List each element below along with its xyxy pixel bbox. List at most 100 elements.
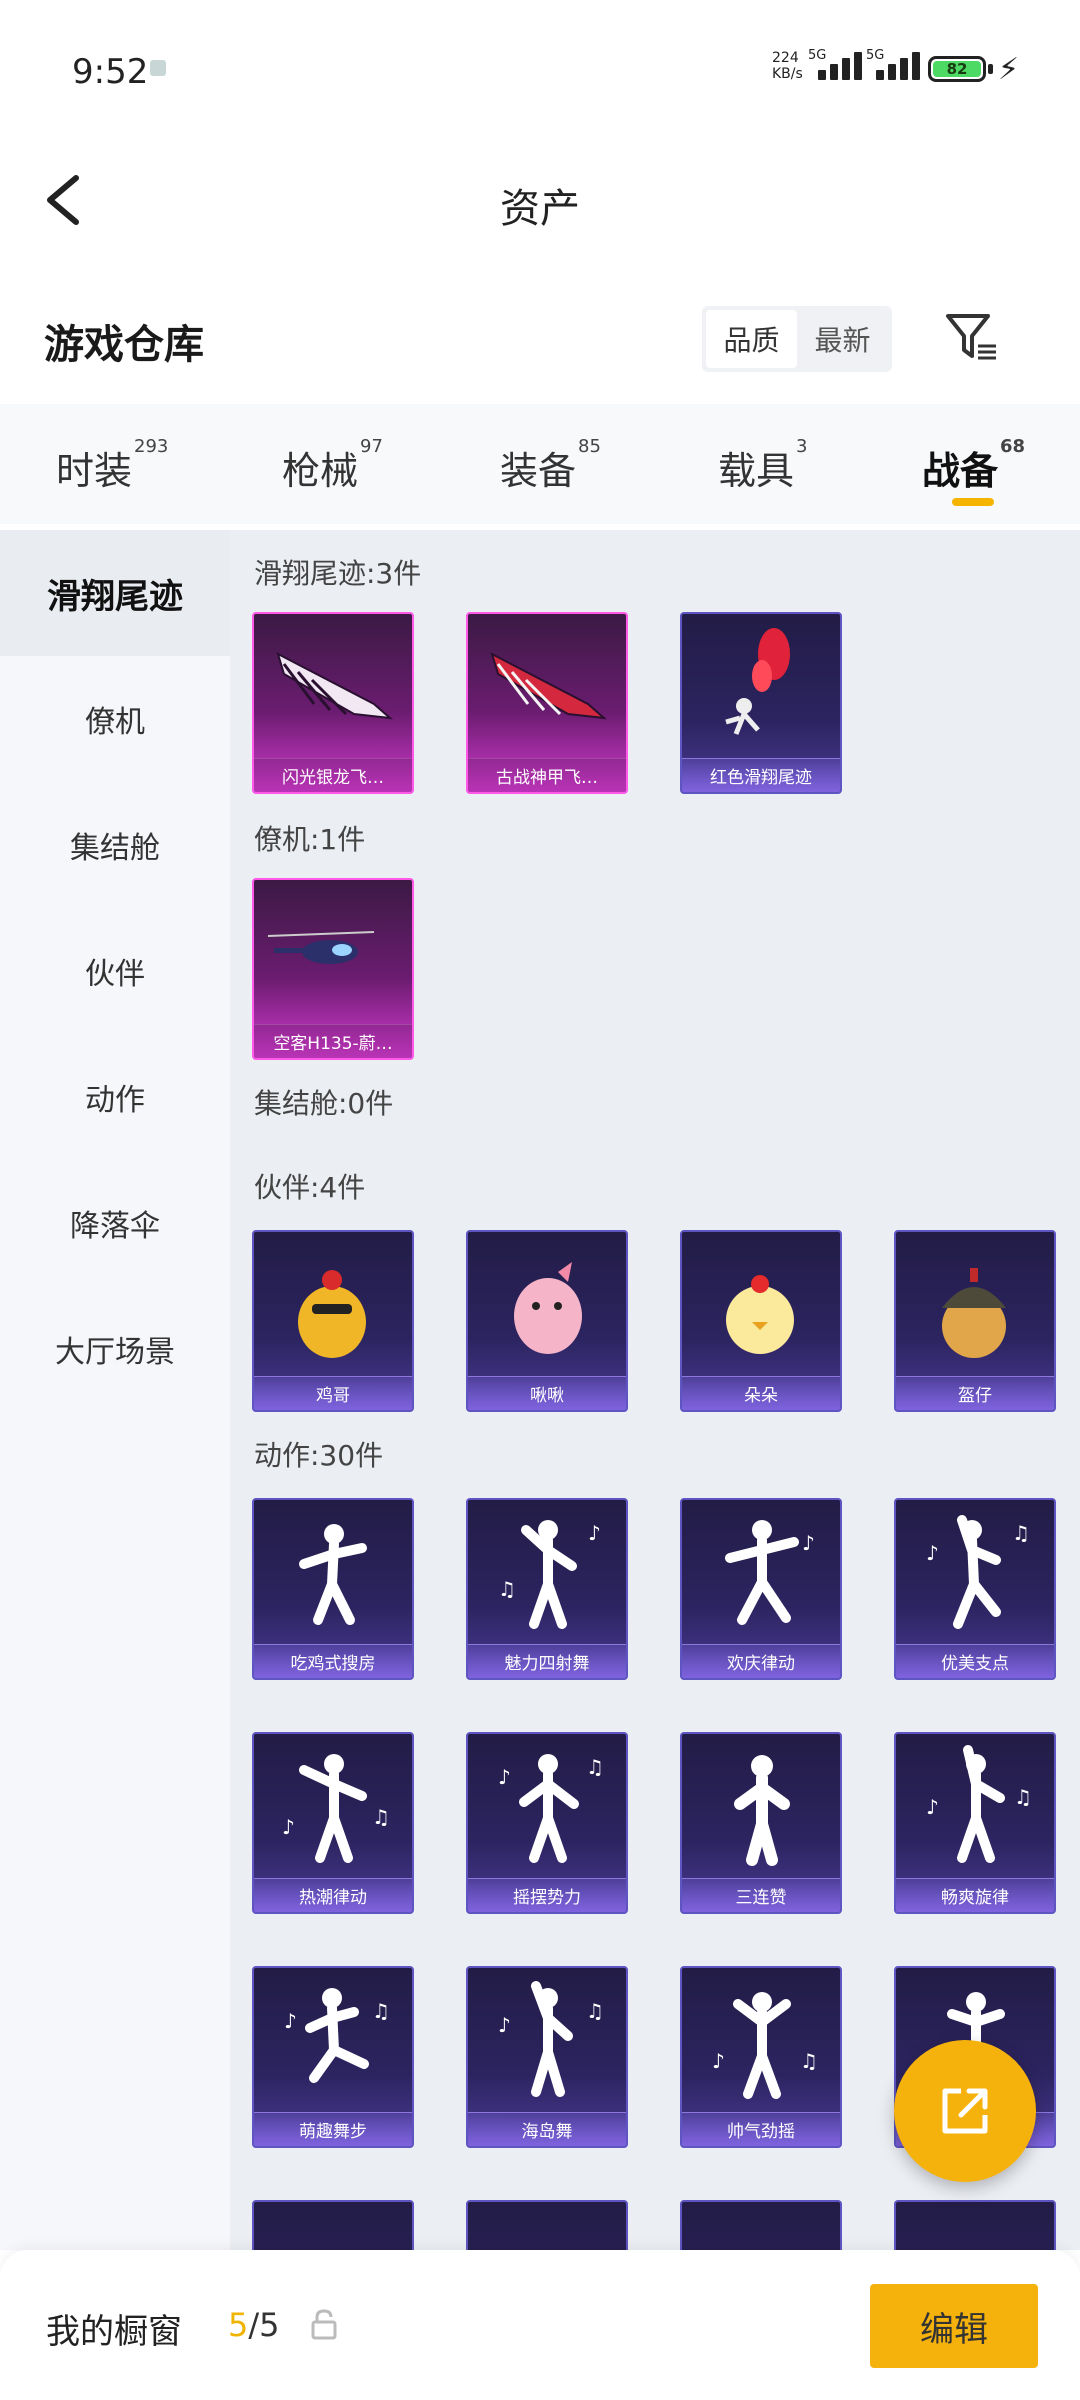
battery-tip	[988, 64, 993, 74]
item-card[interactable]: 古战神甲飞…	[466, 612, 628, 794]
dance-pose-icon: ♪♫	[284, 1988, 390, 2083]
item-card[interactable]: 闪光银龙飞…	[252, 612, 414, 794]
item-label: 空客H135-蔚…	[254, 1024, 412, 1058]
lock-icon	[311, 2309, 337, 2340]
svg-text:♪: ♪	[498, 2013, 511, 2037]
net-speed-value: 224	[772, 50, 799, 66]
svg-text:♪: ♪	[498, 1765, 511, 1789]
tab-count: 97	[360, 436, 383, 457]
group-title-wingman: 僚机:1件	[254, 823, 366, 856]
item-card[interactable]: 鸡哥	[252, 1230, 414, 1412]
wing-trail-icon	[276, 652, 394, 720]
item-card[interactable]: 啾啾	[466, 1230, 628, 1412]
item-card[interactable]: ♪ ♫ 畅爽旋律	[894, 1732, 1056, 1914]
tab-label: 载具	[718, 449, 795, 493]
dance-pose-icon: ♪♫	[926, 1515, 1030, 1629]
sort-newest-button[interactable]: 最新	[797, 310, 888, 368]
item-label: 盔仔	[896, 1376, 1054, 1410]
signal-icon-2	[876, 52, 920, 80]
item-card[interactable]: ♪ ♫ 萌趣舞步	[252, 1966, 414, 2148]
sort-quality-button[interactable]: 品质	[706, 310, 797, 368]
svg-text:♫: ♫	[1012, 1521, 1030, 1545]
item-card[interactable]: ♪ ♫ 魅力四射舞	[466, 1498, 628, 1680]
item-label: 热潮律动	[254, 1878, 412, 1912]
sidebar-item-emote[interactable]: 动作	[0, 1034, 230, 1160]
sidebar-item-capsule[interactable]: 集结舱	[0, 782, 230, 908]
item-card[interactable]: ♪ ♫ 摇摆势力	[466, 1732, 628, 1914]
item-label: 三连赞	[682, 1878, 840, 1912]
section-header: 游戏仓库 品质 最新	[0, 280, 1080, 400]
item-card[interactable]: 盔仔	[894, 1230, 1056, 1412]
external-link-icon	[942, 2088, 988, 2134]
dance-pose-icon	[734, 1755, 790, 1866]
tab-count: 293	[134, 436, 169, 457]
item-label: 畅爽旋律	[896, 1878, 1054, 1912]
tab-vehicles[interactable]: 载具3	[718, 436, 807, 495]
app-header: 资产	[0, 140, 1080, 260]
item-label: 优美支点	[896, 1644, 1054, 1678]
tab-count: 3	[796, 436, 808, 457]
filter-button[interactable]	[942, 308, 1002, 368]
sidebar-item-trail[interactable]: 滑翔尾迹	[0, 530, 230, 656]
smoke-trail-icon	[725, 628, 790, 735]
dance-pose-icon: ♪♫	[282, 1754, 390, 1863]
tab-battle-gear[interactable]: 战备68	[922, 436, 1025, 495]
tab-equipment[interactable]: 装备85	[500, 436, 601, 495]
dance-pose-icon	[299, 1524, 367, 1625]
group-title-capsule: 集结舱:0件	[254, 1087, 394, 1120]
svg-text:♪: ♪	[282, 1815, 295, 1839]
item-label: 魅力四射舞	[468, 1644, 626, 1678]
item-card[interactable]	[680, 2200, 842, 2250]
sidebar-item-lobby-scene[interactable]: 大厅场景	[0, 1286, 230, 1412]
item-card[interactable]	[252, 2200, 414, 2250]
item-card[interactable]: ♪ ♫ 优美支点	[894, 1498, 1056, 1680]
showcase-label: 我的橱窗	[46, 2312, 182, 2352]
group-title-partner: 伙伴:4件	[254, 1171, 366, 1204]
sidebar: 滑翔尾迹 僚机 集结舱 伙伴 动作 降落伞 大厅场景	[0, 530, 230, 2250]
edit-button[interactable]: 编辑	[870, 2284, 1038, 2368]
tab-label: 时装	[56, 449, 133, 493]
item-card[interactable]	[466, 2200, 628, 2250]
charging-icon: ⚡	[998, 52, 1020, 87]
showcase-bar: 我的橱窗 5/5 编辑	[0, 2250, 1080, 2400]
dance-pose-icon: ♪♫	[498, 1520, 601, 1629]
dance-pose-icon: ♪♫	[926, 1745, 1032, 1863]
item-label: 古战神甲飞…	[468, 758, 626, 792]
bird-partner-icon	[514, 1262, 582, 1354]
svg-text:♫: ♫	[800, 2049, 818, 2073]
svg-text:♪: ♪	[712, 2049, 725, 2073]
sidebar-item-wingman[interactable]: 僚机	[0, 656, 230, 782]
item-card[interactable]: 红色滑翔尾迹	[680, 612, 842, 794]
item-card[interactable]: 朵朵	[680, 1230, 842, 1412]
battery-level: 82	[933, 61, 981, 77]
item-label: 摇摆势力	[468, 1878, 626, 1912]
dance-pose-icon: ♪♫	[498, 1754, 604, 1863]
item-card[interactable]	[894, 2200, 1056, 2250]
item-label: 鸡哥	[254, 1376, 412, 1410]
status-bar: 9:52 224 KB/s 5G 5G 82 ⚡	[0, 0, 1080, 140]
tab-count: 68	[1000, 436, 1026, 457]
battery-icon: 82	[928, 56, 986, 82]
dance-pose-icon: ♪♫	[712, 1992, 818, 2099]
item-label: 海岛舞	[468, 2112, 626, 2146]
item-card[interactable]: 三连赞	[680, 1732, 842, 1914]
svg-text:♫: ♫	[372, 1999, 390, 2023]
item-label: 红色滑翔尾迹	[682, 758, 840, 792]
item-card[interactable]: ♪ 欢庆律动	[680, 1498, 842, 1680]
svg-text:♪: ♪	[588, 1521, 601, 1545]
svg-text:♫: ♫	[586, 1999, 604, 2023]
sidebar-item-partner[interactable]: 伙伴	[0, 908, 230, 1034]
tab-fashion[interactable]: 时装293	[56, 436, 168, 495]
sidebar-item-parachute[interactable]: 降落伞	[0, 1160, 230, 1286]
share-fab-button[interactable]	[894, 2040, 1036, 2182]
item-card[interactable]: ♪ ♫ 帅气劲摇	[680, 1966, 842, 2148]
tab-guns[interactable]: 枪械97	[282, 436, 383, 495]
category-tabs: 时装293 枪械97 装备85 载具3 战备68	[0, 404, 1080, 524]
item-card[interactable]: ♪ ♫ 热潮律动	[252, 1732, 414, 1914]
tab-count: 85	[578, 436, 601, 457]
status-time: 9:52	[72, 52, 149, 92]
item-card[interactable]: 空客H135-蔚…	[252, 878, 414, 1060]
section-title: 游戏仓库	[44, 322, 204, 368]
item-card[interactable]: 吃鸡式搜房	[252, 1498, 414, 1680]
item-card[interactable]: ♪ ♫ 海岛舞	[466, 1966, 628, 2148]
